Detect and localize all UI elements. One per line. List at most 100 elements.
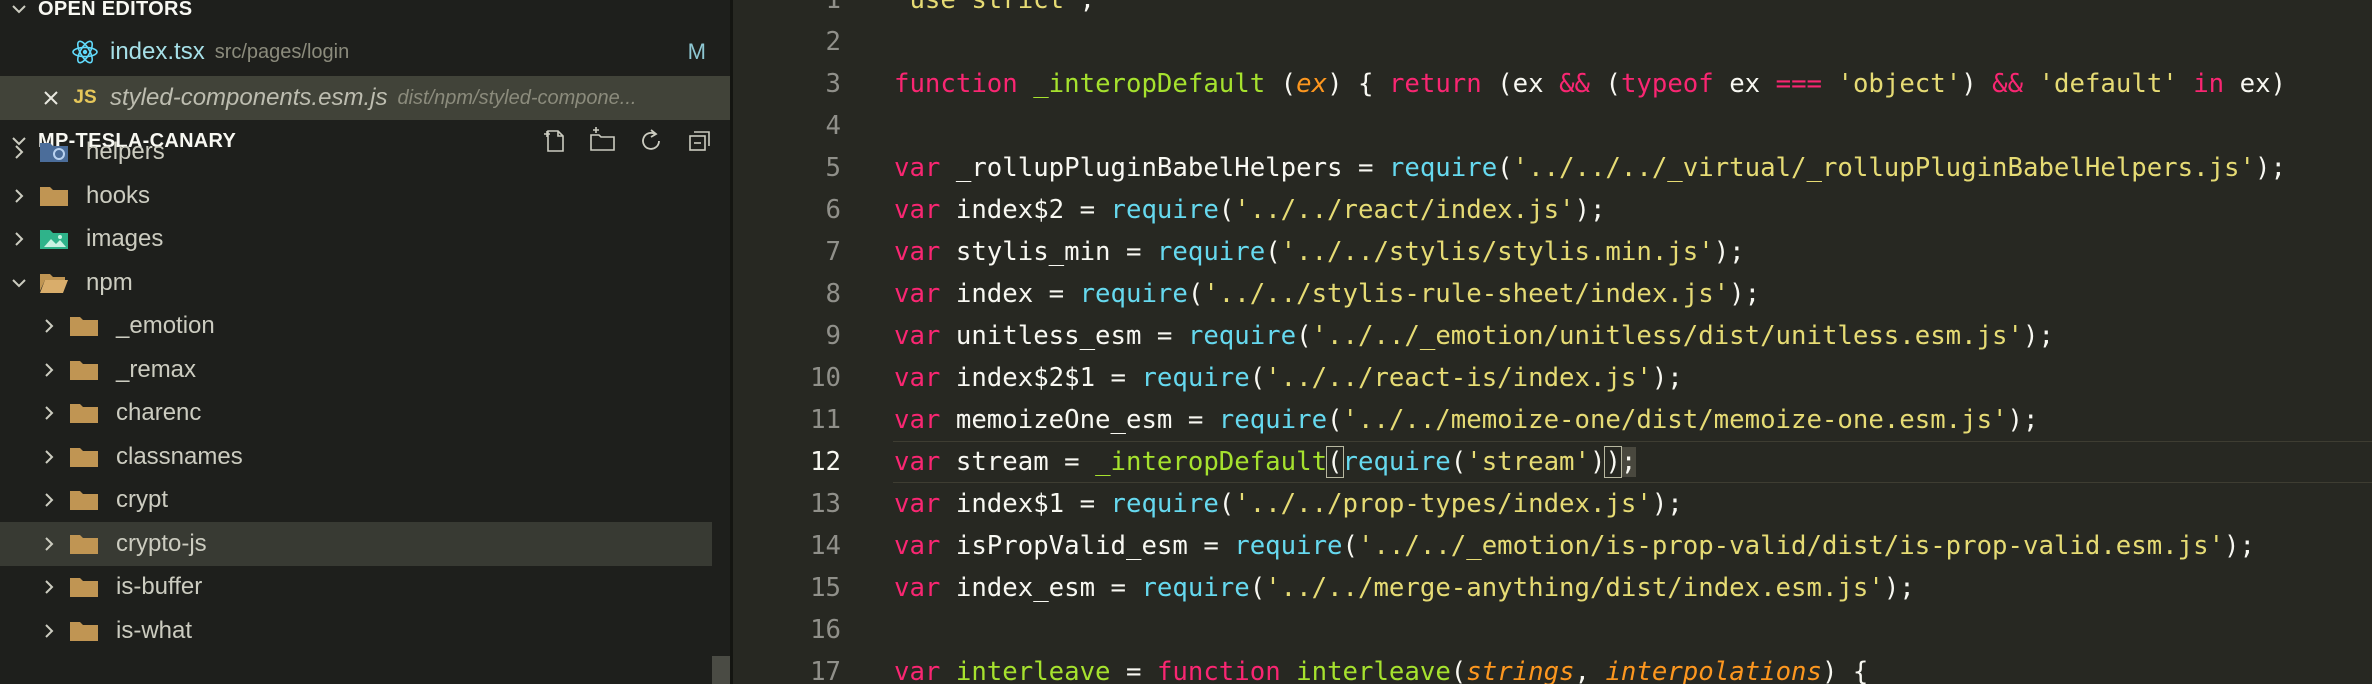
token: require bbox=[1218, 405, 1328, 435]
token: && bbox=[1559, 69, 1590, 99]
line-code: function _interopDefault (ex) { return (… bbox=[894, 63, 2286, 105]
token: index$2$1 = bbox=[940, 363, 1142, 393]
token: var bbox=[894, 237, 941, 267]
chevron-right-icon bbox=[36, 535, 62, 553]
explorer-sidebar: OPEN EDITORS index.tsx src/pages/login M… bbox=[0, 0, 730, 684]
code-line[interactable]: 13 var index$1 = require('../../prop-type… bbox=[733, 483, 2372, 525]
token: _rollupPluginBabelHelpers = bbox=[940, 153, 1389, 183]
chevron-right-icon bbox=[6, 143, 32, 161]
token: ); bbox=[1883, 573, 1915, 603]
token: require bbox=[1187, 321, 1297, 351]
react-icon bbox=[68, 38, 102, 66]
token: ); bbox=[2224, 531, 2255, 561]
open-editor-item-active[interactable]: JS styled-components.esm.js dist/npm/sty… bbox=[0, 76, 730, 120]
code-line[interactable]: 5 var _rollupPluginBabelHelpers = require… bbox=[733, 147, 2372, 189]
token: typeof bbox=[1620, 69, 1714, 99]
tree-item-label: helpers bbox=[86, 138, 165, 165]
code-line[interactable]: 15 var index_esm = require('../../merge-a… bbox=[733, 567, 2372, 609]
token: ( bbox=[1265, 237, 1281, 267]
token: ; bbox=[1079, 0, 1096, 15]
code-line[interactable]: 16 bbox=[733, 609, 2372, 651]
code-line[interactable]: 14 var isPropValid_esm = require('../../_… bbox=[733, 525, 2372, 567]
tree-item-crypto-js[interactable]: crypto-js bbox=[0, 521, 712, 566]
tree-item-remax[interactable]: _remax bbox=[0, 348, 712, 392]
line-number: 15 bbox=[810, 573, 841, 603]
folder-icon bbox=[62, 314, 106, 338]
tree-item-images[interactable]: images bbox=[0, 217, 712, 261]
token: '../../_emotion/is-prop-valid/dist/is-pr… bbox=[1357, 531, 2225, 561]
token: ); bbox=[1713, 237, 1745, 267]
token: require bbox=[1110, 195, 1219, 225]
token: ex) bbox=[2224, 69, 2287, 99]
line-code: var stream = _interopDefault(require('st… bbox=[894, 441, 1637, 483]
open-editor-filename: styled-components.esm.js bbox=[110, 84, 388, 111]
token: ( bbox=[1296, 321, 1312, 351]
tree-item-emotion[interactable]: _emotion bbox=[0, 304, 712, 348]
token: _interopDefault bbox=[1095, 447, 1328, 477]
code-editor[interactable]: 1 'use strict'; 2 3 function _interopDefault… bbox=[733, 0, 2372, 684]
line-number: 8 bbox=[825, 279, 841, 309]
token: ( bbox=[1218, 489, 1235, 519]
tree-item-is-what[interactable]: is-what bbox=[0, 609, 712, 653]
token: _interopDefault bbox=[1033, 69, 1266, 99]
code-line[interactable]: 17 var interleave = function interleave(s… bbox=[733, 651, 2372, 684]
folder-icon bbox=[62, 445, 106, 469]
chevron-down-icon bbox=[6, 276, 32, 290]
token: var bbox=[894, 531, 941, 561]
modified-badge: M bbox=[687, 39, 706, 64]
tree-item-helpers[interactable]: helpers bbox=[0, 130, 712, 174]
line-number: 12 bbox=[810, 447, 841, 477]
token: 'stream' bbox=[1466, 447, 1590, 477]
token: index_esm = bbox=[940, 573, 1142, 603]
token: ( bbox=[1450, 447, 1467, 477]
code-line[interactable]: 3 function _interopDefault (ex) { return … bbox=[733, 63, 2372, 105]
scrollbar-thumb[interactable] bbox=[712, 656, 730, 684]
token: require bbox=[1234, 531, 1343, 561]
tree-item-charenc[interactable]: charenc bbox=[0, 391, 712, 435]
token: var bbox=[894, 195, 941, 225]
tree-item-classnames[interactable]: classnames bbox=[0, 435, 712, 479]
token: isPropValid_esm = bbox=[940, 531, 1235, 561]
line-number: 17 bbox=[810, 657, 841, 684]
token: ) bbox=[1961, 69, 1993, 99]
token: '../../merge-anything/dist/index.esm.js' bbox=[1265, 573, 1884, 603]
code-line[interactable]: 10 var index$2$1 = require('../../react-i… bbox=[733, 357, 2372, 399]
token: ( bbox=[1327, 405, 1343, 435]
tree-item-hooks[interactable]: hooks bbox=[0, 174, 712, 218]
line-code: var interleave = function interleave(str… bbox=[894, 651, 1868, 684]
line-code: 'use strict'; bbox=[894, 0, 1095, 21]
code-line[interactable]: 8 var index = require('../../stylis-rule-… bbox=[733, 273, 2372, 315]
token: 'use strict' bbox=[894, 0, 1080, 15]
token: strings bbox=[1466, 657, 1575, 684]
tree-item-label: images bbox=[86, 225, 164, 252]
js-icon: JS bbox=[73, 87, 97, 108]
close-icon[interactable] bbox=[36, 89, 66, 107]
code-line[interactable]: 11 var memoizeOne_esm = require('../../me… bbox=[733, 399, 2372, 441]
tree-item-label: classnames bbox=[116, 442, 243, 470]
line-code: var index$2 = require('../../react/index… bbox=[894, 189, 1605, 231]
token: return bbox=[1388, 69, 1482, 99]
code-line[interactable]: 6 var index$2 = require('../../react/inde… bbox=[733, 189, 2372, 231]
tree-item-is-buffer[interactable]: is-buffer bbox=[0, 565, 712, 609]
code-line[interactable]: 4 bbox=[733, 105, 2372, 147]
token: ); bbox=[1729, 279, 1761, 309]
open-editors-header[interactable]: OPEN EDITORS bbox=[0, 0, 730, 30]
code-line[interactable]: 12 var stream = _interopDefault(require('… bbox=[733, 441, 2372, 483]
token: ex bbox=[1713, 69, 1776, 99]
token: interpolations bbox=[1605, 657, 1822, 684]
folder-icon bbox=[32, 184, 76, 208]
token: ) bbox=[1604, 446, 1622, 478]
code-line[interactable]: 2 bbox=[733, 21, 2372, 63]
tree-item-crypt[interactable]: crypt bbox=[0, 478, 712, 522]
line-number: 4 bbox=[825, 111, 841, 141]
token: require bbox=[1110, 489, 1219, 519]
tree-item-npm[interactable]: npm bbox=[0, 261, 712, 305]
open-editor-item[interactable]: index.tsx src/pages/login M bbox=[0, 30, 730, 74]
code-line[interactable]: 9 var unitless_esm = require('../../_emot… bbox=[733, 315, 2372, 357]
tree-item-label: _remax bbox=[116, 355, 197, 383]
code-line[interactable]: 7 var stylis_min = require('../../stylis/… bbox=[733, 231, 2372, 273]
code-line[interactable]: 1 'use strict'; bbox=[733, 0, 2372, 21]
token: var bbox=[894, 153, 941, 183]
token: ); bbox=[2023, 321, 2054, 351]
